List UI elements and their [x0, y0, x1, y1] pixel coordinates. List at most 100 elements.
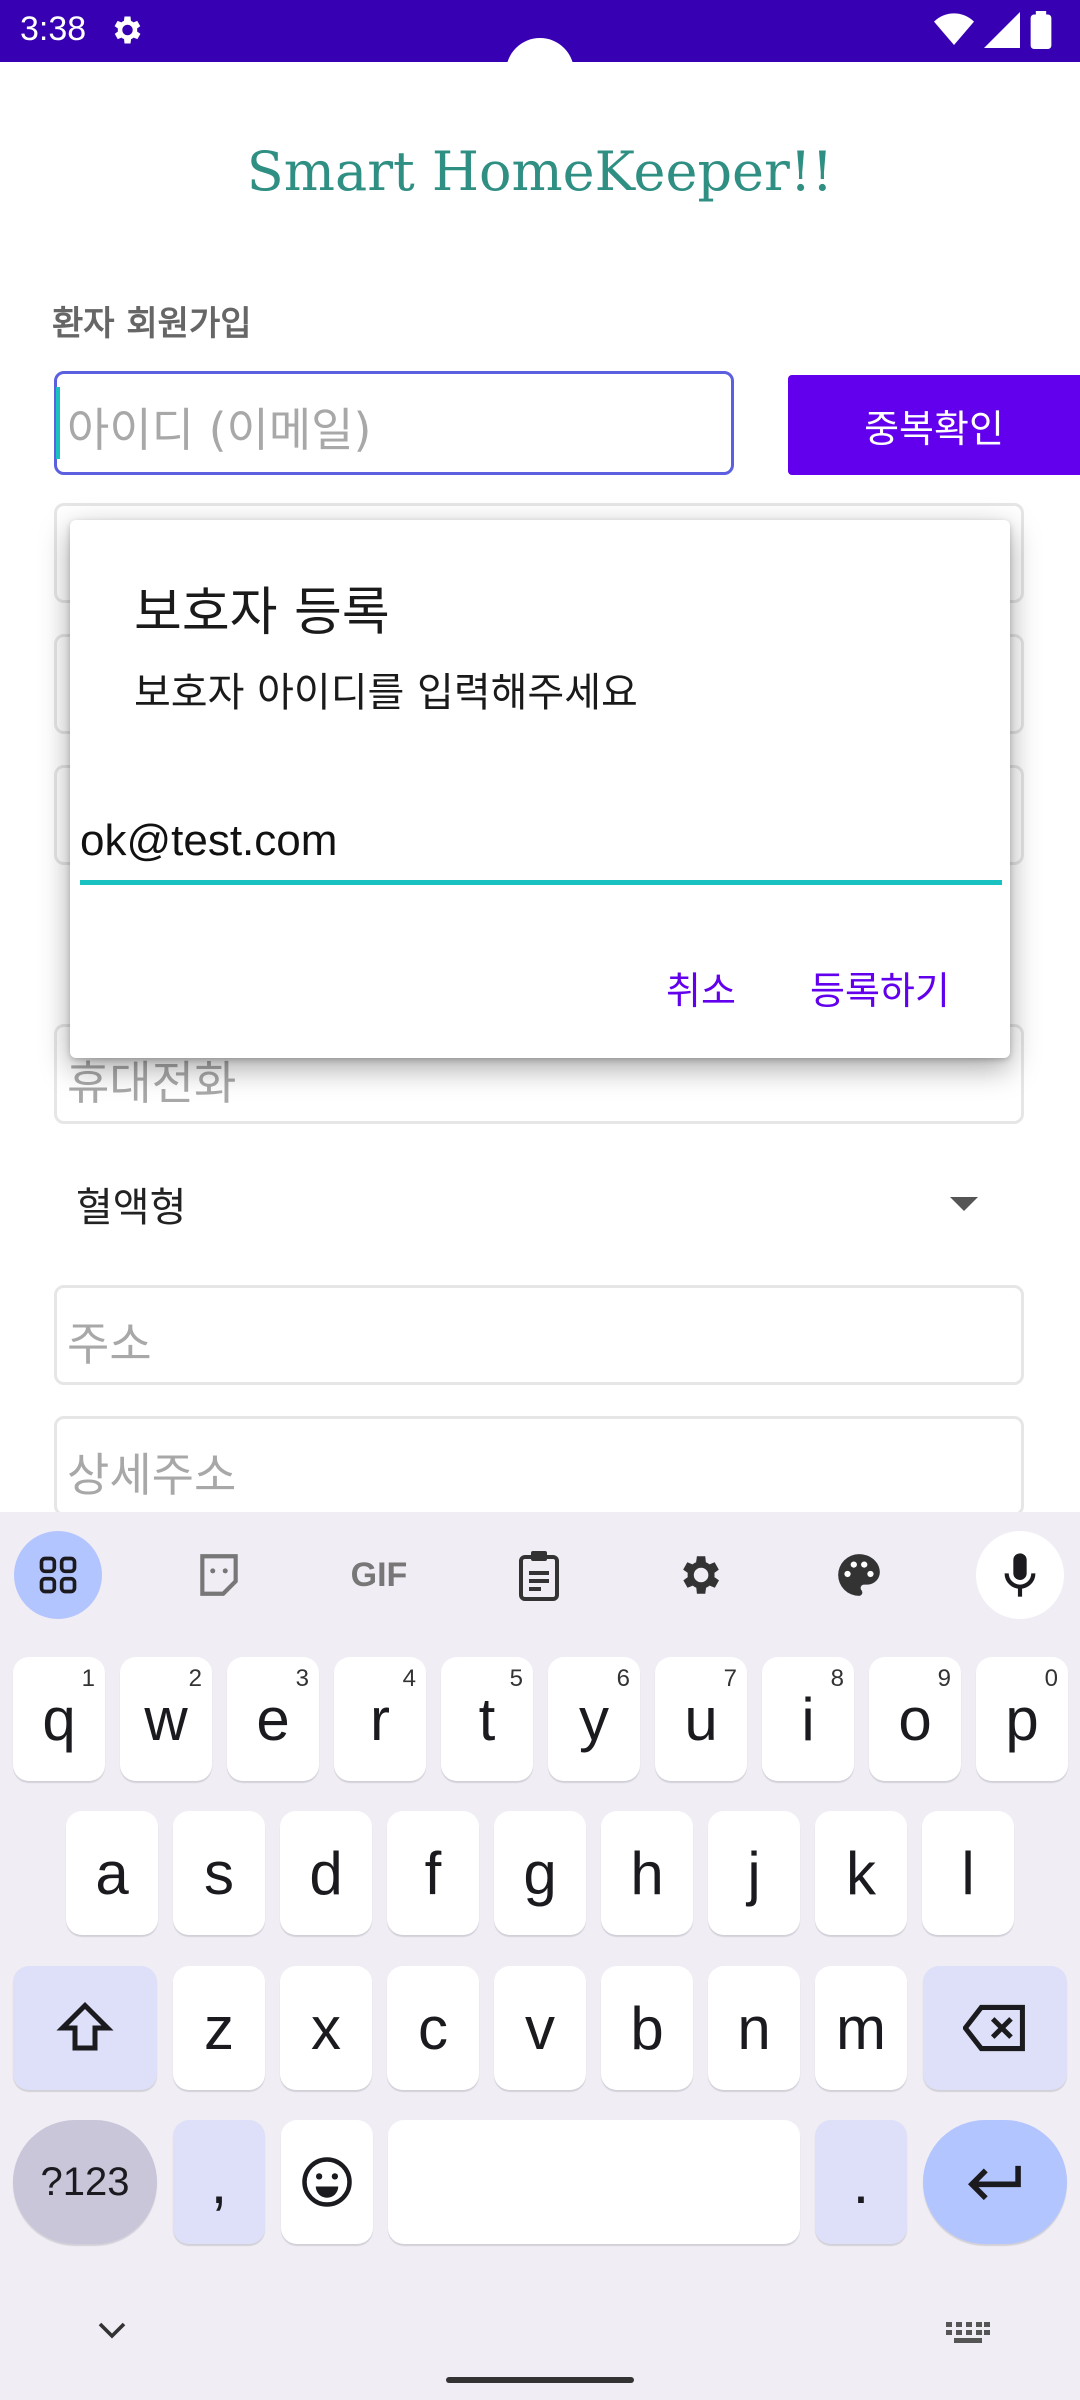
key-t[interactable]: t5 [441, 1657, 533, 1781]
key-label: o [898, 1685, 932, 1753]
settings-gear-icon [108, 12, 144, 48]
key-hint: 3 [295, 1665, 309, 1692]
shift-key[interactable] [13, 1966, 157, 2090]
dialog-message: 보호자 아이디를 입력해주세요 [134, 670, 638, 716]
id-email-input[interactable]: 아이디 (이메일) [54, 371, 734, 475]
blood-type-select[interactable]: 혈액형 [76, 1175, 186, 1233]
battery-icon [1030, 11, 1052, 49]
gesture-nav-bar[interactable] [446, 2377, 634, 2383]
key-b[interactable]: b [601, 1966, 693, 2090]
key-x[interactable]: x [280, 1966, 372, 2090]
key-label: g [523, 1839, 557, 1907]
dropdown-arrow-icon[interactable] [950, 1197, 978, 1211]
key-w[interactable]: w2 [120, 1657, 212, 1781]
soft-keyboard [0, 1512, 1080, 2400]
form-heading: 환자 회원가입 [52, 304, 252, 344]
key-label: j [747, 1839, 761, 1907]
key-label: f [424, 1839, 442, 1907]
key-u[interactable]: u7 [655, 1657, 747, 1781]
register-button[interactable]: 등록하기 [810, 960, 950, 1015]
key-m[interactable]: m [815, 1966, 907, 2090]
key-label: h [630, 1839, 664, 1907]
key-hint: 4 [402, 1665, 416, 1692]
backspace-key[interactable] [923, 1966, 1067, 2090]
key-label: c [418, 1994, 448, 2062]
status-icons [934, 10, 1052, 50]
mic-icon[interactable] [976, 1531, 1064, 1619]
key-label: a [95, 1839, 129, 1907]
clipboard-icon[interactable] [495, 1531, 583, 1619]
key-o[interactable]: o9 [869, 1657, 961, 1781]
key-hint: 1 [81, 1665, 95, 1692]
period-key[interactable]: . [815, 2120, 907, 2244]
key-label: y [579, 1685, 609, 1753]
key-r[interactable]: r4 [334, 1657, 426, 1781]
key-z[interactable]: z [173, 1966, 265, 2090]
key-j[interactable]: j [708, 1811, 800, 1935]
palette-icon[interactable] [815, 1531, 903, 1619]
key-d[interactable]: d [280, 1811, 372, 1935]
address-input[interactable]: 주소 [54, 1285, 1024, 1385]
key-hint: 9 [937, 1665, 951, 1692]
key-label: e [256, 1685, 290, 1753]
text-cursor [56, 387, 60, 459]
keyboard-settings-icon[interactable] [655, 1531, 743, 1619]
key-q[interactable]: q1 [13, 1657, 105, 1781]
space-key[interactable] [388, 2120, 800, 2244]
dialog-title: 보호자 등록 [134, 583, 390, 643]
emoji-key[interactable] [281, 2120, 373, 2244]
enter-key[interactable] [923, 2120, 1067, 2244]
duplicate-check-button[interactable]: 중복확인 [788, 375, 1080, 475]
key-label: b [630, 1994, 664, 2062]
status-time: 3:38 [20, 10, 87, 48]
gif-icon[interactable]: GIF [335, 1531, 423, 1619]
key-label: w [144, 1685, 188, 1753]
apps-icon[interactable] [14, 1531, 102, 1619]
key-l[interactable]: l [922, 1811, 1014, 1935]
comma-key[interactable]: , [173, 2120, 265, 2244]
key-label: z [204, 1994, 234, 2062]
key-label: s [204, 1839, 234, 1907]
key-n[interactable]: n [708, 1966, 800, 2090]
key-k[interactable]: k [815, 1811, 907, 1935]
key-hint: 5 [509, 1665, 523, 1692]
signal-icon [984, 12, 1020, 48]
key-i[interactable]: i8 [762, 1657, 854, 1781]
guardian-id-input[interactable]: ok@test.com [80, 816, 1000, 888]
symbols-key[interactable]: ?123 [13, 2120, 157, 2244]
key-label: x [311, 1994, 341, 2062]
key-g[interactable]: g [494, 1811, 586, 1935]
key-label: q [42, 1685, 76, 1753]
key-c[interactable]: c [387, 1966, 479, 2090]
input-underline [80, 880, 1002, 885]
key-s[interactable]: s [173, 1811, 265, 1935]
key-a[interactable]: a [66, 1811, 158, 1935]
keyboard-switch-icon[interactable] [946, 2322, 990, 2348]
key-label: l [961, 1839, 975, 1907]
key-v[interactable]: v [494, 1966, 586, 2090]
key-label: d [309, 1839, 343, 1907]
key-label: v [525, 1994, 555, 2062]
detail-address-input[interactable]: 상세주소 [54, 1416, 1024, 1516]
wifi-icon [934, 13, 974, 45]
key-label: m [836, 1994, 886, 2062]
key-label: n [737, 1994, 771, 2062]
cancel-button[interactable]: 취소 [666, 960, 736, 1015]
key-label: t [478, 1685, 496, 1753]
key-e[interactable]: e3 [227, 1657, 319, 1781]
sticker-icon[interactable] [175, 1531, 263, 1619]
id-email-placeholder: 아이디 (이메일) [67, 403, 372, 457]
key-label: p [1005, 1685, 1039, 1753]
key-label: i [801, 1685, 815, 1753]
guardian-register-dialog: 보호자 등록 보호자 아이디를 입력해주세요 ok@test.com 취소 등록… [70, 520, 1010, 1058]
key-hint: 8 [830, 1665, 844, 1692]
key-f[interactable]: f [387, 1811, 479, 1935]
key-h[interactable]: h [601, 1811, 693, 1935]
key-hint: 0 [1044, 1665, 1058, 1692]
keyboard-hide-icon[interactable] [94, 2318, 130, 2346]
detail-address-placeholder: 상세주소 [67, 1448, 237, 1502]
address-placeholder: 주소 [67, 1317, 152, 1371]
key-y[interactable]: y6 [548, 1657, 640, 1781]
key-label: u [684, 1685, 718, 1753]
key-p[interactable]: p0 [976, 1657, 1068, 1781]
